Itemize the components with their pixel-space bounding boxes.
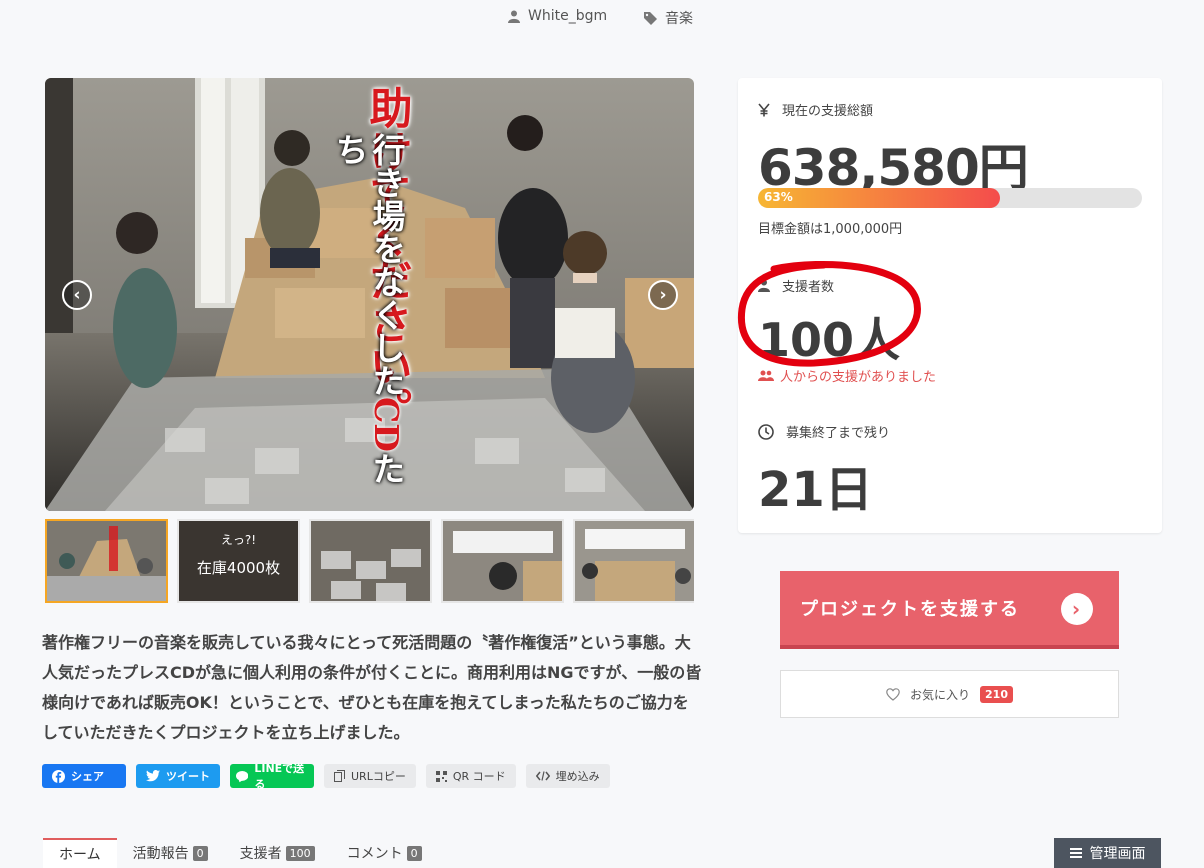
- total-amount-header: 現在の支援総額: [758, 100, 873, 119]
- tab-label: コメント: [346, 846, 403, 862]
- url-copy-label: URLコピー: [351, 770, 406, 783]
- remaining-label: 募集終了まで残り: [786, 426, 891, 441]
- thumbnail-caption: えっ?!: [220, 533, 257, 547]
- clock-icon: [758, 423, 774, 440]
- thumbnail-1[interactable]: [45, 519, 168, 603]
- embed-button[interactable]: 埋め込み: [525, 764, 610, 788]
- line-share-label: LINEで送る: [254, 762, 305, 791]
- copy-icon: [334, 770, 345, 782]
- favorite-button[interactable]: お気に入り 210: [780, 670, 1119, 718]
- thumbnail-image: [575, 521, 694, 601]
- thumbnail-4[interactable]: [441, 519, 564, 603]
- facebook-icon: [52, 769, 65, 783]
- tab-count-badge: 0: [192, 845, 208, 861]
- progress-percent: 63%: [764, 190, 793, 204]
- thumbnail-image: [443, 521, 562, 601]
- tab-count-badge: 100: [285, 845, 315, 861]
- code-icon: [535, 771, 550, 781]
- tab-activity-reports[interactable]: 活動報告 0: [117, 838, 224, 868]
- yen-icon: [758, 102, 770, 116]
- favorite-label: お気に入り: [910, 687, 971, 702]
- tab-comments[interactable]: コメント 0: [331, 838, 438, 868]
- category-name: 音楽: [665, 11, 693, 27]
- category-link[interactable]: 音楽: [644, 8, 693, 28]
- url-copy-button[interactable]: URLコピー: [324, 764, 416, 788]
- thumbnail-5[interactable]: [573, 519, 694, 603]
- tab-label: 支援者: [239, 846, 282, 862]
- remaining-header: 募集終了まで残り: [758, 422, 890, 441]
- hero-subtitle-text: 行き場をなくしたCDたち: [330, 133, 406, 511]
- twitter-icon: [146, 770, 160, 782]
- thumbnail-image: [311, 521, 430, 601]
- facebook-share-label: シェア: [71, 770, 104, 783]
- thumbnail-caption-big: 在庫4000枚: [196, 559, 281, 577]
- thumbnail-image: [47, 521, 166, 601]
- embed-label: 埋め込み: [555, 770, 600, 783]
- line-share-button[interactable]: LINEで送る: [230, 762, 314, 791]
- total-amount-label: 現在の支援総額: [782, 104, 874, 119]
- project-tabs: ホーム 活動報告 0 支援者 100 コメント 0: [43, 838, 438, 868]
- tab-label: ホーム: [59, 847, 101, 863]
- menu-icon: [1069, 848, 1082, 858]
- share-bar: シェア ツイート LINEで送る URLコピー QR コード 埋め込み: [42, 762, 610, 791]
- facebook-share-button[interactable]: シェア: [42, 764, 126, 788]
- twitter-share-button[interactable]: ツイート: [136, 764, 220, 788]
- twitter-share-label: ツイート: [166, 770, 210, 783]
- thumbnail-strip: えっ?! 在庫4000枚: [45, 519, 694, 603]
- author-link[interactable]: White_bgm: [508, 8, 607, 24]
- red-annotation-circle: [737, 260, 921, 367]
- chevron-left-icon: ‹: [73, 285, 81, 305]
- qr-code-label: QR コード: [452, 770, 506, 783]
- chevron-right-circle-icon: ›: [1061, 593, 1093, 625]
- tab-count-badge: 0: [406, 845, 422, 861]
- line-icon: [236, 770, 249, 782]
- tab-home[interactable]: ホーム: [43, 838, 117, 868]
- admin-button[interactable]: 管理画面: [1054, 838, 1161, 868]
- tab-supporters[interactable]: 支援者 100: [224, 838, 331, 868]
- tag-icon: [644, 11, 657, 25]
- carousel-prev-button[interactable]: ‹: [62, 280, 92, 310]
- hero-subtitle-a: 行き場をなくした: [367, 133, 406, 397]
- project-description: 著作権フリーの音楽を販売している我々にとって死活問題の〝著作権復活”という事態。…: [42, 633, 702, 742]
- goal-amount-text: 目標金額は1,000,000円: [758, 222, 903, 237]
- carousel-next-button[interactable]: ›: [648, 280, 678, 310]
- users-icon: [758, 370, 774, 381]
- progress-bar-fill: [758, 188, 1000, 208]
- user-icon: [508, 10, 520, 23]
- support-button-label: プロジェクトを支援する: [800, 599, 1020, 620]
- admin-label: 管理画面: [1089, 846, 1146, 862]
- project-meta: White_bgm 音楽: [0, 8, 1204, 30]
- author-name: White_bgm: [528, 8, 608, 24]
- thumbnail-3[interactable]: [309, 519, 432, 603]
- funding-progress-bar: 63%: [758, 188, 1142, 208]
- support-project-button[interactable]: プロジェクトを支援する ›: [780, 571, 1119, 649]
- remaining-days-value: 21日: [758, 462, 873, 518]
- qr-code-button[interactable]: QR コード: [425, 764, 516, 788]
- thumbnail-2[interactable]: えっ?! 在庫4000枚: [177, 519, 300, 603]
- chevron-right-icon: ›: [659, 285, 667, 305]
- heart-icon: [886, 687, 900, 701]
- tab-label: 活動報告: [132, 846, 189, 862]
- qr-code-icon: [435, 770, 447, 782]
- hero-carousel: 助けてください。 行き場をなくしたCDたち ‹ ›: [45, 78, 694, 511]
- hero-subtitle-cd: CD: [367, 397, 406, 452]
- favorite-count-badge: 210: [980, 685, 1013, 703]
